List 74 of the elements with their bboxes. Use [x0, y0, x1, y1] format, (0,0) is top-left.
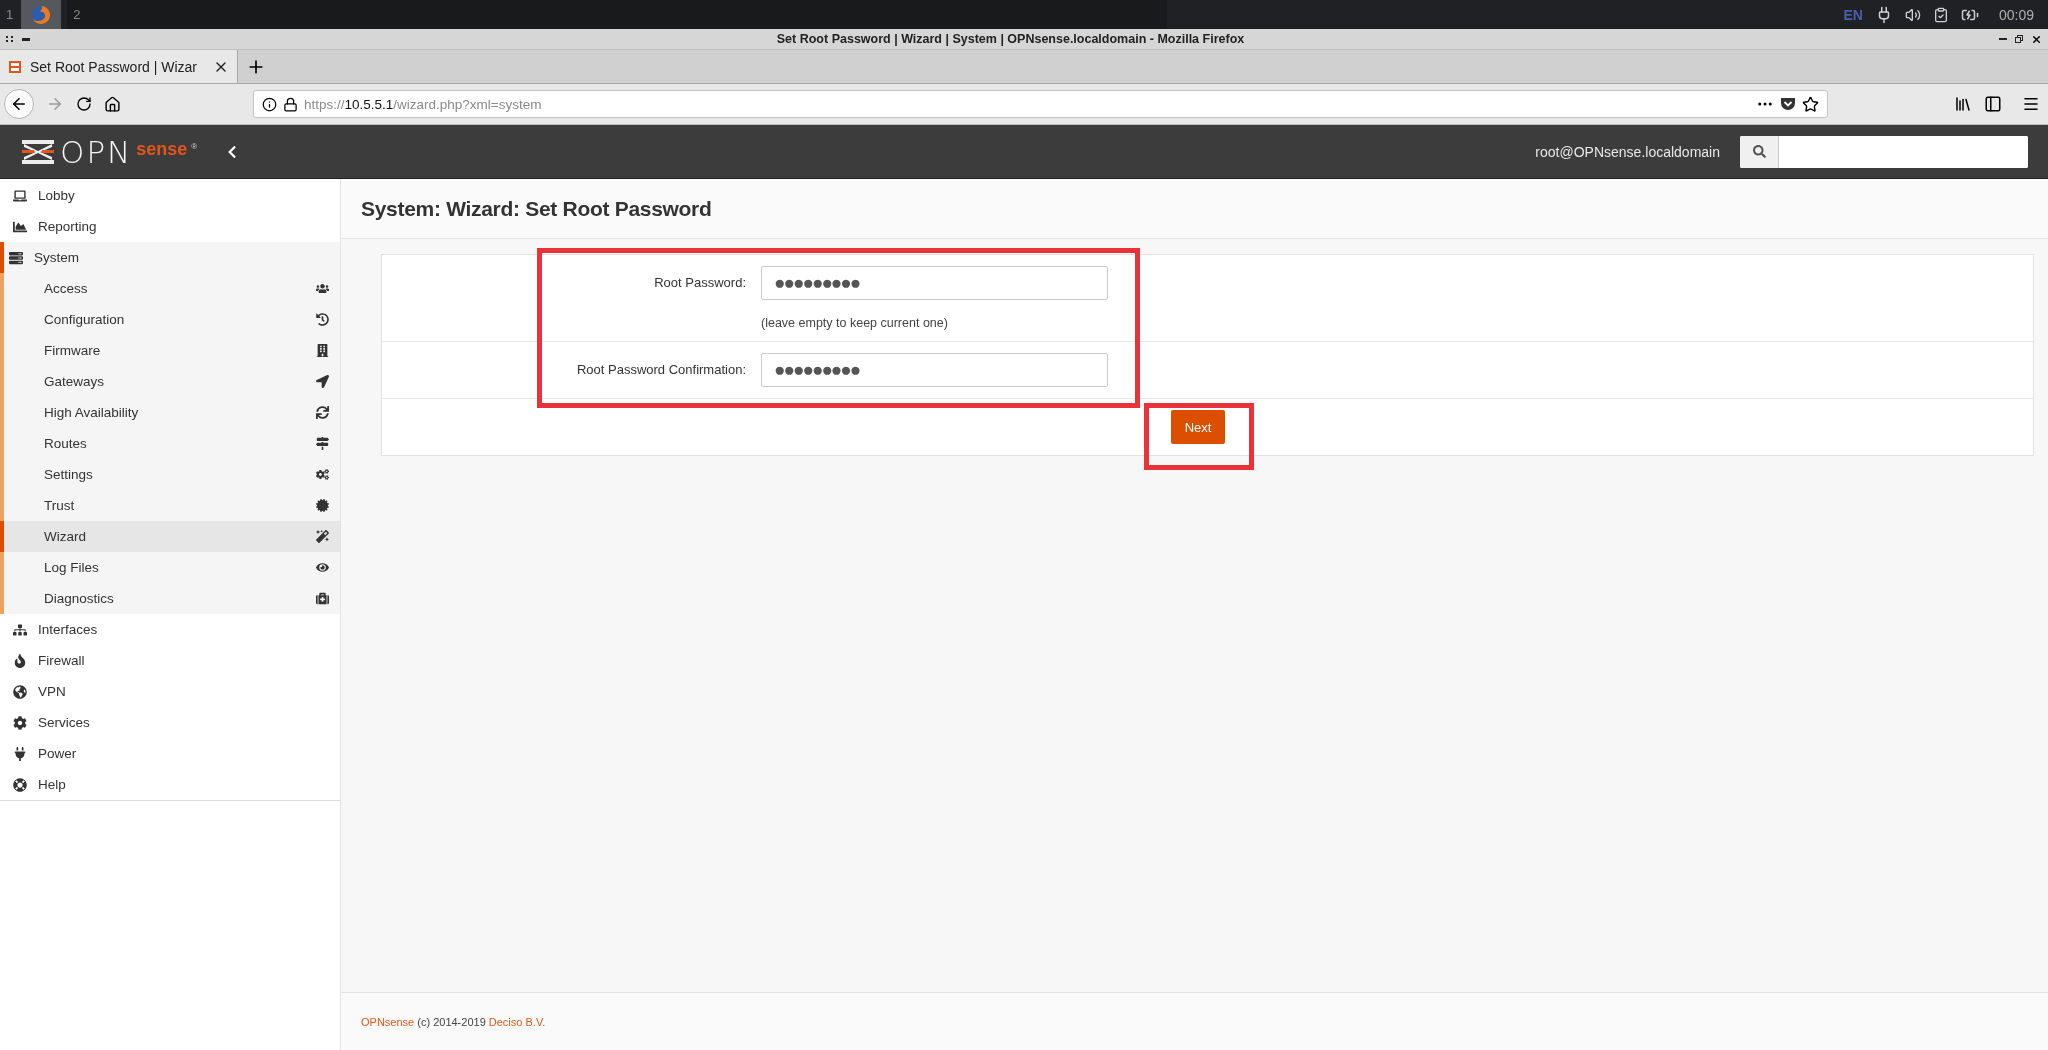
logo-text: OPN [60, 133, 133, 170]
fire-icon [12, 653, 28, 668]
area-chart-icon [12, 219, 28, 234]
workspace-number: 1 [6, 7, 14, 22]
sidebar-item[interactable]: Help [0, 769, 340, 800]
sidebar-item[interactable]: Reporting [0, 211, 340, 242]
copyright-text: OPNsense (c) 2014-2019 Deciso B.V. [361, 1015, 546, 1028]
back-button[interactable] [4, 89, 34, 119]
sidebar-item[interactable]: Firewall [0, 645, 340, 676]
workspace-tab[interactable]: 1 [0, 0, 68, 29]
sidebar-item[interactable]: Interfaces [0, 614, 340, 645]
trademark-mark: ® [191, 141, 198, 151]
field-label: Root Password Confirmation: [575, 361, 746, 379]
refresh-icon [314, 406, 330, 419]
footer-link[interactable]: OPNsense [361, 1015, 415, 1028]
server-icon [8, 250, 24, 265]
search-icon [1752, 145, 1766, 158]
favicon-icon [8, 59, 22, 74]
logo-icon [20, 137, 56, 166]
sidebar-subitem[interactable]: Wizard [0, 521, 340, 552]
sidebar-item[interactable]: VPN [0, 676, 340, 707]
page-title: System: Wizard: Set Root Password [361, 196, 712, 221]
clipboard-icon[interactable] [1932, 6, 1949, 23]
field-hint: (leave empty to keep current one) [761, 315, 949, 330]
laptop-icon [12, 188, 28, 203]
sitemap-icon [12, 622, 28, 637]
user-name[interactable]: root@OPNsense.localdomain [1535, 143, 1720, 160]
volume-icon[interactable] [1904, 6, 1921, 23]
sidebar-icon[interactable] [1984, 95, 2002, 113]
shield-icon[interactable] [1780, 96, 1796, 112]
firefox-icon[interactable] [31, 4, 52, 25]
info-icon[interactable] [262, 96, 277, 112]
sidebar-item[interactable]: Power [0, 738, 340, 769]
eye-icon [314, 561, 330, 574]
minimize-icon[interactable] [22, 37, 30, 41]
window-title: Set Root Password | Wizard | System | OPNsense.localdomain - Mozilla Firefox [775, 32, 1246, 46]
history-icon [314, 313, 330, 326]
address-bar[interactable]: https://10.5.5.1/wizard.php?xml=system [253, 90, 1828, 118]
next-button[interactable]: Next [1171, 410, 1225, 444]
home-icon[interactable] [104, 95, 121, 113]
window-menu-icon[interactable] [6, 36, 14, 42]
field-label: Root Password: [653, 274, 746, 292]
footer-link[interactable]: Deciso B.V. [488, 1015, 546, 1028]
sidebar-item[interactable]: Services [0, 707, 340, 738]
library-icon[interactable] [1954, 95, 1972, 113]
bookmark-star-icon[interactable] [1802, 95, 1819, 113]
taskbar-app[interactable] [21, 0, 62, 29]
password-field[interactable]: ●●●●●●●●● [761, 353, 1108, 387]
building-icon [314, 344, 330, 357]
plug-icon [12, 746, 28, 761]
menu-icon[interactable] [2022, 95, 2040, 113]
search-field[interactable] [1740, 135, 2028, 168]
magic-wand-icon [314, 530, 330, 543]
password-field[interactable]: ●●●●●●●●● [761, 266, 1108, 300]
clock: 00:09 [1998, 6, 2034, 23]
browser-tab[interactable]: Set Root Password | Wizar [0, 50, 238, 83]
gears-icon [314, 468, 330, 481]
users-icon [314, 282, 330, 295]
close-icon[interactable] [2031, 33, 2042, 45]
logo-accent-text: sense [136, 138, 188, 160]
life-ring-icon [12, 777, 28, 792]
workspace-tab[interactable]: 2 [67, 0, 1168, 29]
globe-icon [12, 684, 28, 699]
signpost-icon [314, 437, 330, 450]
tab-title: Set Root Password | Wizar [30, 58, 199, 75]
medkit-icon [314, 592, 330, 605]
settings-icon [12, 715, 28, 730]
restore-icon[interactable] [2015, 35, 2023, 43]
location-arrow-icon [314, 375, 330, 388]
sidebar-item[interactable]: Lobby [0, 180, 340, 211]
url-text: https://10.5.5.1/wizard.php?xml=system [304, 96, 542, 112]
certificate-icon [314, 499, 330, 512]
reload-icon[interactable] [76, 96, 92, 112]
workspace-number: 2 [73, 7, 81, 22]
